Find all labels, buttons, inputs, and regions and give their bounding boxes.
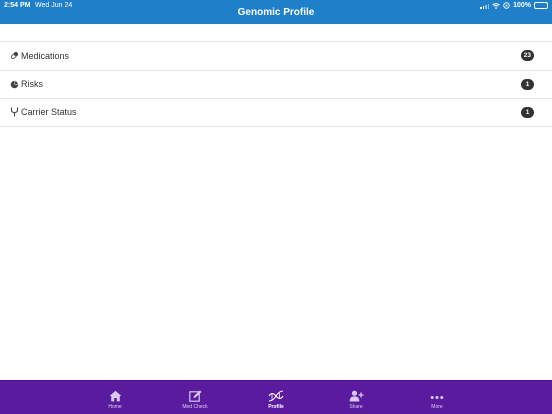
count-badge: 1 — [521, 78, 534, 90]
tab-label: Med Check — [182, 404, 208, 410]
tab-bar: Home Med Check Profile Share More — [0, 380, 552, 414]
dna-icon — [268, 390, 284, 402]
count-badge: 23 — [520, 50, 534, 62]
branch-icon — [9, 107, 19, 117]
page-title: Genomic Profile — [237, 7, 315, 18]
tab-label: More — [431, 404, 443, 410]
tab-share[interactable]: Share — [326, 381, 386, 414]
list-item-carrier-status[interactable]: Carrier Status 1 — [0, 98, 552, 127]
tab-med-check[interactable]: Med Check — [165, 381, 225, 414]
list-item-label: Risks — [21, 79, 43, 90]
count-badge: 1 — [521, 106, 534, 118]
list-item-medications[interactable]: Medications 23 — [0, 41, 552, 70]
more-icon — [430, 396, 444, 399]
pill-icon — [9, 51, 19, 61]
tab-label: Share — [349, 404, 363, 410]
tab-profile[interactable]: Profile — [246, 381, 306, 414]
tab-label: Home — [108, 404, 122, 410]
home-icon — [109, 390, 121, 402]
list-item-risks[interactable]: Risks 1 — [0, 69, 552, 99]
tab-label: Profile — [268, 404, 284, 410]
pie-chart-icon — [9, 79, 19, 89]
tab-more[interactable]: More — [407, 381, 467, 414]
tab-home[interactable]: Home — [85, 381, 145, 414]
top-bar: 2:54 PM Wed Jun 24 100% Genomic Profile — [0, 0, 552, 24]
profile-list: Medications 23 Risks 1 Carrier Status 1 — [0, 41, 552, 127]
list-item-label: Carrier Status — [21, 107, 77, 118]
list-item-label: Medications — [21, 50, 70, 61]
add-user-icon — [349, 390, 363, 402]
edit-icon — [188, 390, 201, 402]
